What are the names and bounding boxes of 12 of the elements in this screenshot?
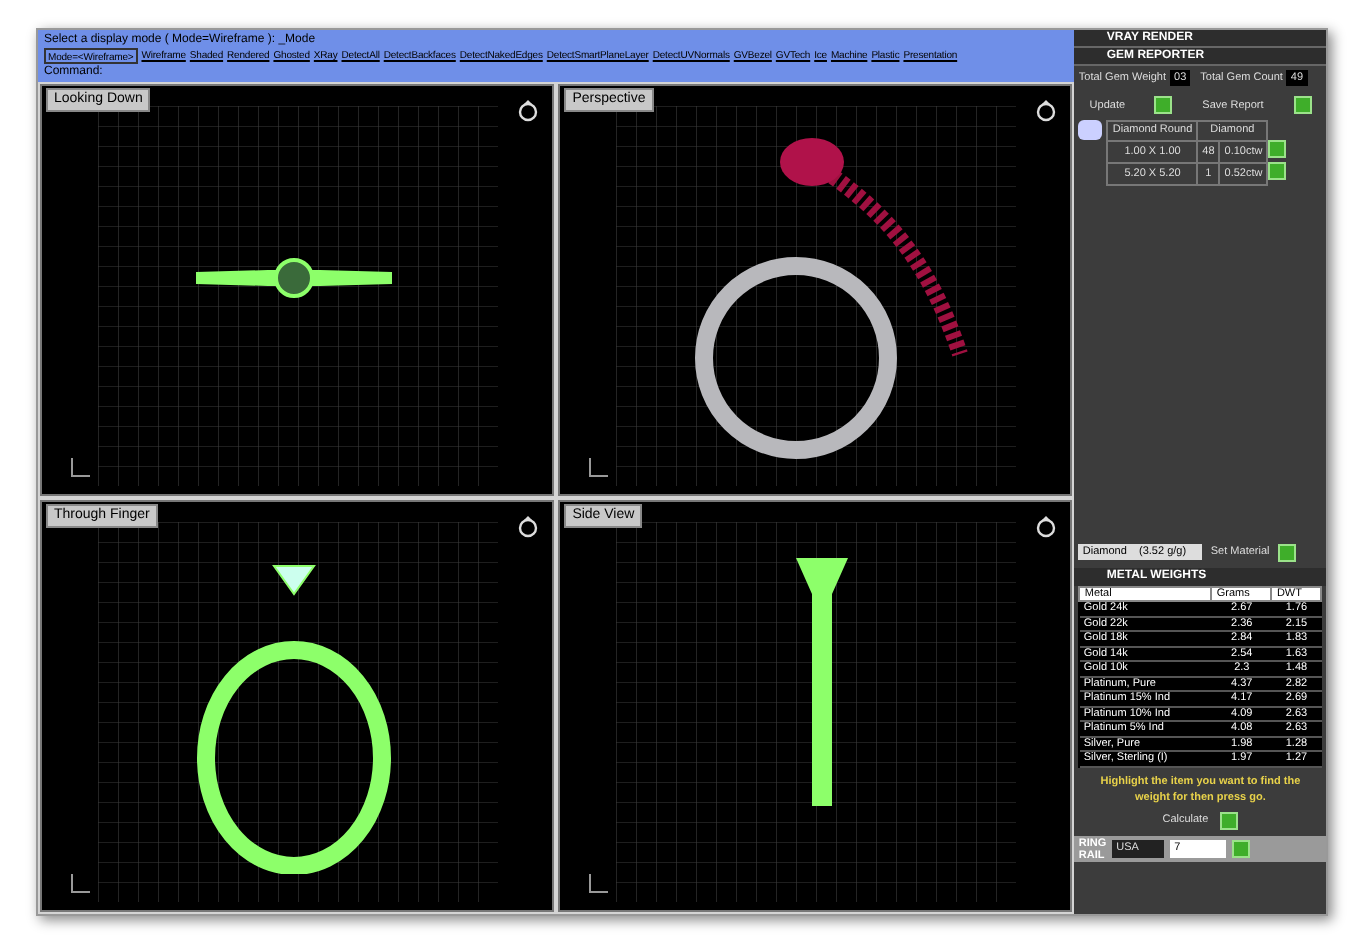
- axis-icon: [70, 874, 90, 894]
- go-button[interactable]: [1277, 543, 1296, 561]
- axis-icon: [588, 874, 609, 894]
- go-button[interactable]: [1293, 96, 1312, 115]
- axis-icon: [588, 458, 609, 478]
- axis-icon: [70, 458, 90, 478]
- ring-icon[interactable]: [516, 514, 541, 538]
- go-button[interactable]: [1154, 96, 1173, 115]
- ring-icon[interactable]: [1034, 514, 1059, 538]
- gem-thumbnail: [1078, 120, 1103, 141]
- ring-icon[interactable]: [1034, 98, 1059, 122]
- ring-icon[interactable]: [516, 98, 541, 122]
